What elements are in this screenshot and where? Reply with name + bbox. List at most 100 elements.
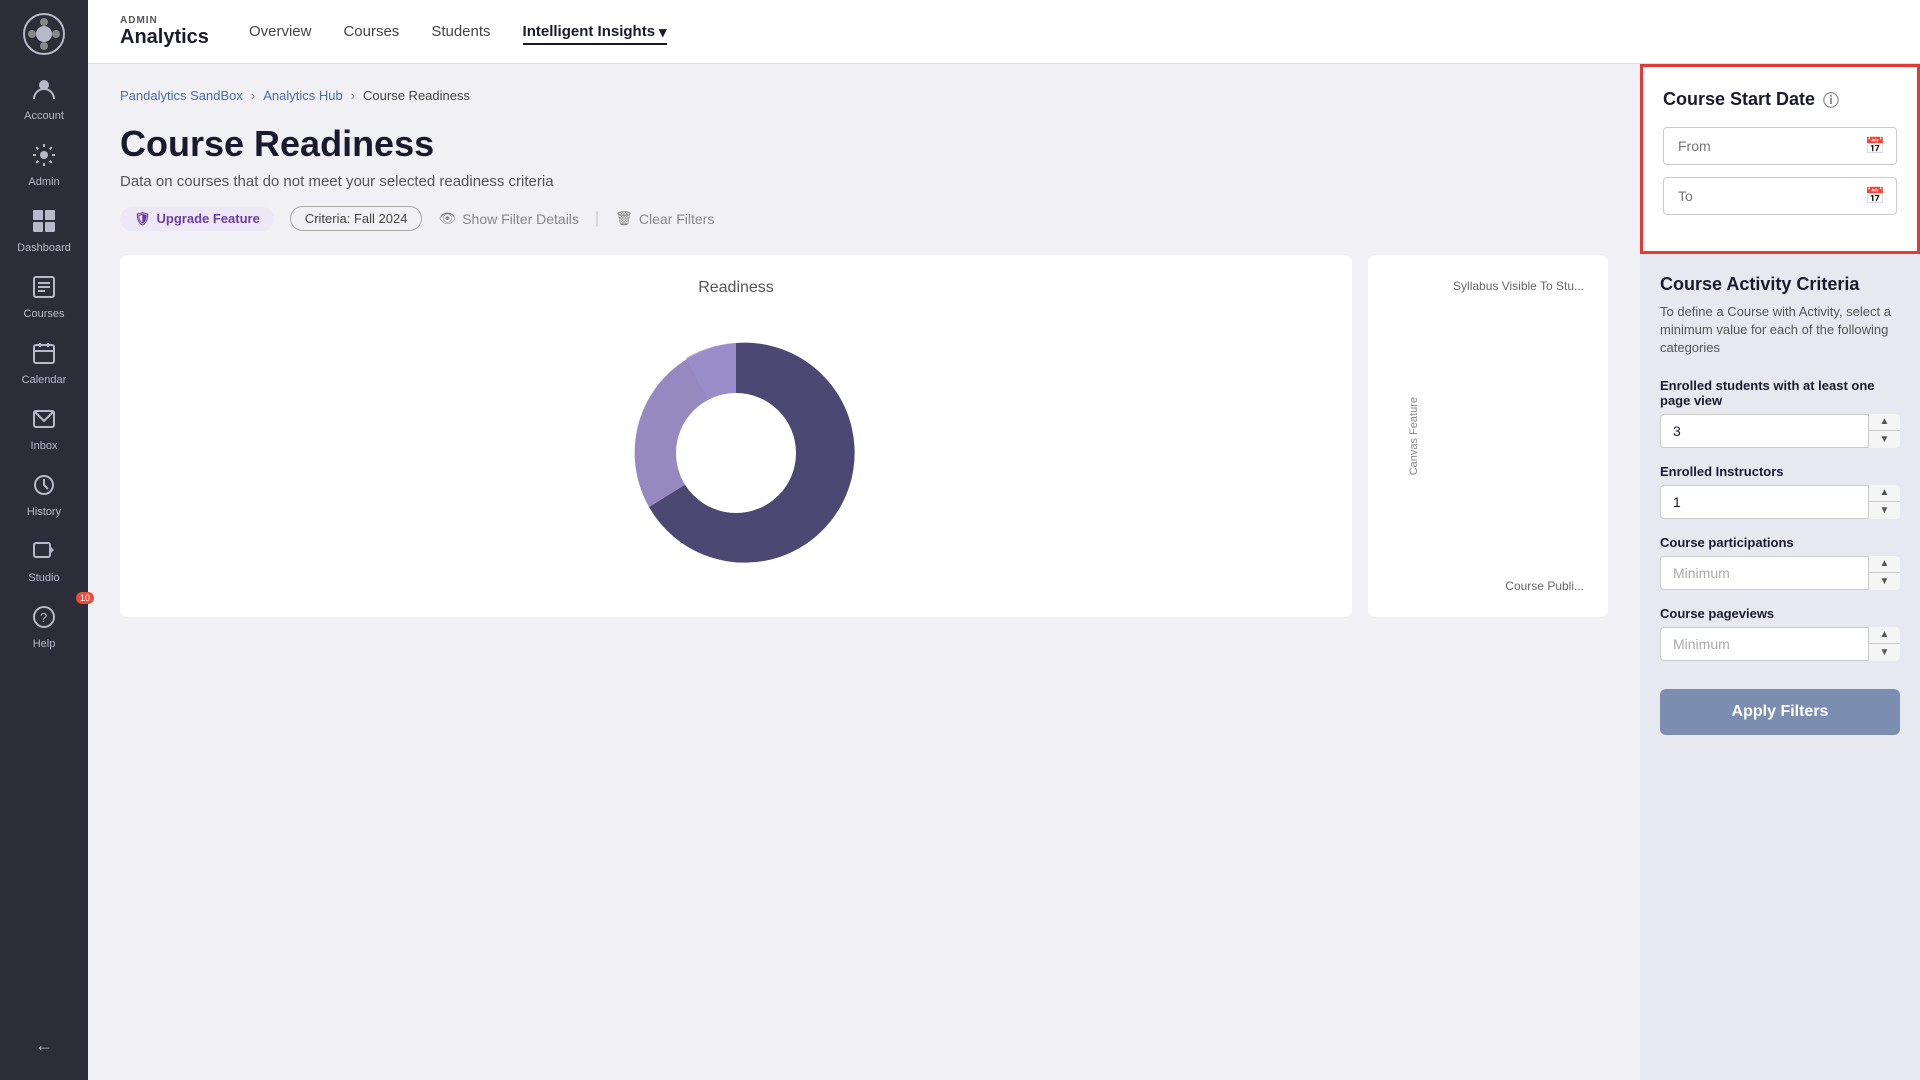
enrolled-instructors-label: Enrolled Instructors (1660, 464, 1900, 479)
topnav-admin-label: ADMIN (120, 15, 209, 26)
criteria-badge[interactable]: Criteria: Fall 2024 (290, 206, 423, 231)
upgrade-label: Upgrade Feature (157, 211, 260, 226)
tab-students[interactable]: Students (431, 19, 490, 44)
show-filter-details[interactable]: 👁 Show Filter Details (438, 210, 578, 227)
course-pageviews-label: Course pageviews (1660, 606, 1900, 621)
sidebar-item-label-help: Help (33, 638, 56, 650)
upgrade-feature-badge[interactable]: 🛡 Upgrade Feature (120, 207, 274, 231)
enrolled-students-input[interactable]: 3 (1660, 414, 1900, 448)
donut-chart (144, 313, 1328, 593)
sidebar-item-inbox[interactable]: Inbox (0, 398, 88, 460)
syllabus-label: Syllabus Visible To Stu... (1408, 279, 1584, 293)
sidebar-collapse-button[interactable]: ← (23, 1023, 65, 1068)
page-title: Course Readiness (120, 123, 1608, 165)
course-participations-field: Course participations Minimum ▲ ▼ (1660, 535, 1900, 590)
breadcrumb-sep-2: › (351, 88, 355, 103)
sidebar-item-account[interactable]: Account (0, 68, 88, 130)
sidebar-item-label-studio: Studio (28, 572, 59, 584)
sidebar-item-label-history: History (27, 506, 61, 518)
enrolled-students-down[interactable]: ▼ (1869, 431, 1900, 448)
enrolled-instructors-arrows: ▲ ▼ (1868, 485, 1900, 519)
from-date-wrap: 📅 (1663, 127, 1897, 165)
sidebar-item-label-dashboard: Dashboard (17, 242, 71, 254)
canvas-feature-label: Canvas Feature (1408, 397, 1420, 475)
from-date-input[interactable] (1663, 127, 1897, 165)
date-section-title: Course Start Date ⓘ (1663, 87, 1897, 111)
admin-icon (31, 142, 57, 172)
calendar-icon (31, 340, 57, 370)
apply-filters-button[interactable]: Apply Filters (1660, 689, 1900, 735)
filter-panel: Course Start Date ⓘ 📅 📅 Course Activity … (1640, 64, 1920, 1080)
course-pageviews-dropdown: Minimum ▲ ▼ (1660, 627, 1900, 661)
breadcrumb: Pandalytics SandBox › Analytics Hub › Co… (120, 88, 1608, 103)
svg-text:?: ? (40, 610, 47, 625)
dashboard-icon (31, 208, 57, 238)
info-icon[interactable]: ⓘ (1823, 87, 1839, 111)
filter-divider: | (595, 210, 599, 228)
inbox-icon (31, 406, 57, 436)
enrolled-students-up[interactable]: ▲ (1869, 414, 1900, 432)
sidebar: Account Admin Dashboard (0, 0, 88, 1080)
breadcrumb-current: Course Readiness (363, 88, 470, 103)
to-date-input[interactable] (1663, 177, 1897, 215)
sidebar-logo[interactable] (22, 12, 66, 56)
enrolled-students-spinner: 3 ▲ ▼ (1660, 414, 1900, 448)
sidebar-item-dashboard[interactable]: Dashboard (0, 200, 88, 262)
course-pageviews-field: Course pageviews Minimum ▲ ▼ (1660, 606, 1900, 661)
tab-courses[interactable]: Courses (343, 19, 399, 44)
sidebar-item-admin[interactable]: Admin (0, 134, 88, 196)
course-start-date-section: Course Start Date ⓘ 📅 📅 (1640, 64, 1920, 254)
sidebar-item-label-admin: Admin (28, 176, 59, 188)
course-pageviews-select[interactable]: Minimum (1660, 627, 1900, 661)
enrolled-students-label: Enrolled students with at least one page… (1660, 378, 1900, 408)
page-body: Pandalytics SandBox › Analytics Hub › Co… (88, 64, 1920, 1080)
enrolled-instructors-field: Enrolled Instructors 1 ▲ ▼ (1660, 464, 1900, 519)
topnav-brand: ADMIN Analytics (120, 15, 209, 49)
help-icon: ? (31, 604, 57, 634)
courses-icon (31, 274, 57, 304)
criteria-section-desc: To define a Course with Activity, select… (1660, 303, 1900, 358)
sidebar-bottom: ← (23, 1023, 65, 1068)
course-participations-select[interactable]: Minimum (1660, 556, 1900, 590)
readiness-chart-card: Readiness (120, 255, 1352, 617)
topnav: ADMIN Analytics Overview Courses Student… (88, 0, 1920, 64)
breadcrumb-pandalytics[interactable]: Pandalytics SandBox (120, 88, 243, 103)
sidebar-item-label-calendar: Calendar (22, 374, 67, 386)
tab-intelligent-insights[interactable]: Intelligent Insights ▾ (523, 19, 667, 45)
topnav-links: Overview Courses Students Intelligent In… (249, 19, 667, 45)
course-publi-label: Course Publi... (1408, 579, 1584, 593)
criteria-label: Criteria: Fall 2024 (305, 211, 408, 226)
clear-filters-button[interactable]: 🗑 Clear Filters (615, 210, 714, 227)
studio-icon (31, 538, 57, 568)
help-badge: 10 (76, 592, 94, 604)
sidebar-item-label-account: Account (24, 110, 64, 122)
sidebar-item-label-courses: Courses (24, 308, 65, 320)
readiness-chart-title: Readiness (144, 279, 1328, 297)
enrolled-instructors-up[interactable]: ▲ (1869, 485, 1900, 503)
upgrade-icon: 🛡 (134, 211, 151, 227)
enrolled-instructors-down[interactable]: ▼ (1869, 502, 1900, 519)
topnav-brand-name: Analytics (120, 26, 209, 49)
breadcrumb-sep-1: › (251, 88, 255, 103)
account-icon (31, 76, 57, 106)
sidebar-item-calendar[interactable]: Calendar (0, 332, 88, 394)
enrolled-students-arrows: ▲ ▼ (1868, 414, 1900, 448)
sidebar-item-help[interactable]: ? 10 Help (0, 596, 88, 658)
main-area: ADMIN Analytics Overview Courses Student… (88, 0, 1920, 1080)
sidebar-item-label-inbox: Inbox (31, 440, 58, 452)
tab-overview[interactable]: Overview (249, 19, 312, 44)
course-participations-dropdown: Minimum ▲ ▼ (1660, 556, 1900, 590)
trash-icon: 🗑 (615, 210, 633, 227)
chevron-down-icon: ▾ (659, 23, 667, 41)
charts-area: Readiness (120, 255, 1608, 617)
enrolled-instructors-input[interactable]: 1 (1660, 485, 1900, 519)
sidebar-item-history[interactable]: History (0, 464, 88, 526)
eye-icon: 👁 (438, 210, 456, 227)
sidebar-item-courses[interactable]: Courses (0, 266, 88, 328)
breadcrumb-analytics-hub[interactable]: Analytics Hub (263, 88, 342, 103)
feature-chart-card: Syllabus Visible To Stu... Canvas Featur… (1368, 255, 1608, 617)
sidebar-item-studio[interactable]: Studio (0, 530, 88, 592)
criteria-section-title: Course Activity Criteria (1660, 274, 1900, 295)
enrolled-instructors-spinner: 1 ▲ ▼ (1660, 485, 1900, 519)
page-actions: 🛡 Upgrade Feature Criteria: Fall 2024 👁 … (120, 206, 1608, 231)
